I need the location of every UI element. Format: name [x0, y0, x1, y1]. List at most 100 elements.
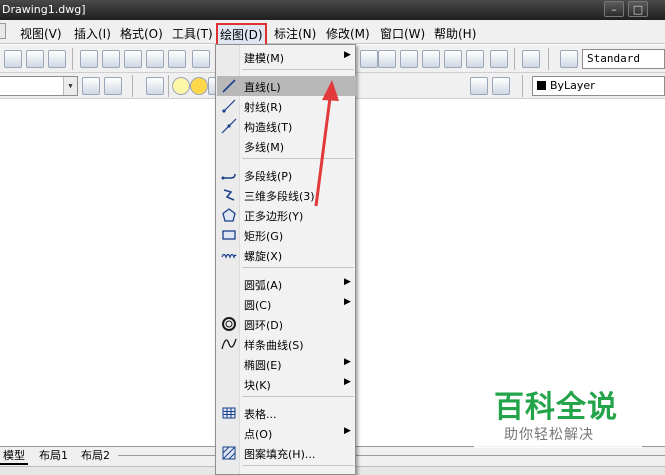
color-swatch — [537, 81, 546, 90]
menu-format[interactable]: 格式(O) — [120, 25, 163, 42]
menu-separator — [242, 69, 354, 70]
undo-icon[interactable] — [192, 50, 210, 68]
menu-item-label: 表格... — [244, 408, 277, 421]
menu-item-ray[interactable]: 射线(R) — [217, 96, 356, 116]
layer-manager-icon[interactable] — [146, 77, 164, 95]
toolbar-divider — [132, 75, 133, 97]
menu-item-helix[interactable]: 螺旋(X) — [217, 245, 356, 265]
toolbar-divider — [522, 75, 523, 97]
draw-dropdown-menu: 建模(M) ▶ 直线(L) 射线(R) 构造线(T) 多线(M) 多段线(P) … — [215, 44, 356, 475]
plot-icon[interactable] — [48, 50, 66, 68]
menu-item-ellipse[interactable]: 椭圆(E) ▶ — [217, 354, 356, 374]
menu-item-label: 点(O) — [244, 428, 273, 441]
menu-item-circle[interactable]: 圆(C) ▶ — [217, 294, 356, 314]
tab-layout1[interactable]: 布局1 — [36, 448, 71, 465]
menu-item-label: 多线(M) — [244, 141, 285, 154]
toolbar-divider — [72, 48, 73, 70]
menu-item-donut[interactable]: 圆环(D) — [217, 314, 356, 334]
menu-separator — [242, 158, 354, 159]
menu-item-label: 构造线(T) — [244, 121, 293, 134]
menu-item-label: 直线(L) — [244, 81, 281, 94]
polygon-icon — [222, 208, 236, 222]
publish-icon[interactable] — [26, 50, 44, 68]
tab-model[interactable]: 模型 — [0, 448, 28, 465]
menu-modify[interactable]: 修改(M) — [326, 25, 370, 42]
tab-divider — [118, 455, 665, 456]
menu-window[interactable]: 窗口(W) — [380, 25, 425, 42]
paste-icon[interactable] — [124, 50, 142, 68]
layer-previous-icon[interactable] — [492, 77, 510, 95]
menu-item-rectangle[interactable]: 矩形(G) — [217, 225, 356, 245]
tool-palettes-icon[interactable] — [422, 50, 440, 68]
cut-icon[interactable] — [80, 50, 98, 68]
spline-icon — [221, 338, 237, 350]
menu-separator — [242, 267, 354, 268]
menu-item-polygon[interactable]: 正多边形(Y) — [217, 205, 356, 225]
menu-item-label: 样条曲线(S) — [244, 339, 304, 352]
menu-item-point[interactable]: 点(O) ▶ — [217, 423, 356, 443]
block-editor-icon[interactable] — [168, 50, 186, 68]
menu-item-polyline[interactable]: 多段线(P) — [217, 165, 356, 185]
help-icon[interactable] — [522, 50, 540, 68]
workspace-combo[interactable]: ▼ — [0, 76, 78, 96]
menu-item-label: 椭圆(E) — [244, 359, 282, 372]
menu-item-label: 图案填充(H)... — [244, 448, 316, 461]
design-center-icon[interactable] — [400, 50, 418, 68]
save-workspace-icon[interactable] — [104, 77, 122, 95]
maximize-button[interactable]: □ — [628, 1, 648, 17]
tab-layout2[interactable]: 布局2 — [78, 448, 113, 465]
menu-item-label: 圆弧(A) — [244, 279, 283, 292]
menu-view[interactable]: 视图(V) — [20, 25, 62, 42]
xline-icon — [221, 118, 237, 134]
menu-item-block[interactable]: 块(K) ▶ — [217, 374, 356, 394]
text-style-combo[interactable]: Standard — [582, 49, 665, 69]
window-title: Drawing1.dwg] — [2, 3, 86, 16]
menu-item-construction-line[interactable]: 构造线(T) — [217, 116, 356, 136]
title-bar: Drawing1.dwg] – □ — [0, 0, 665, 20]
menu-item-label: 圆(C) — [244, 299, 272, 312]
menu-item-label: 正多边形(Y) — [244, 210, 304, 223]
menu-item-label: 螺旋(X) — [244, 250, 283, 263]
menu-item-line[interactable]: 直线(L) — [217, 76, 356, 96]
donut-icon — [222, 317, 236, 331]
submenu-arrow-icon: ▶ — [344, 277, 351, 287]
polyline-icon — [221, 173, 236, 180]
menu-insert[interactable]: 插入(I) — [74, 25, 111, 42]
menu-draw[interactable]: 绘图(D) — [216, 23, 267, 46]
menu-item-label: 圆环(D) — [244, 319, 284, 332]
app-menu-icon[interactable] — [0, 23, 6, 39]
menu-item-hatch[interactable]: 图案填充(H)... — [217, 443, 356, 463]
text-style-value: Standard — [587, 52, 640, 65]
make-current-layer-icon[interactable] — [470, 77, 488, 95]
layer-freeze-icon[interactable] — [190, 77, 208, 95]
sheet-set-icon[interactable] — [444, 50, 462, 68]
menu-item-multiline[interactable]: 多线(M) — [217, 136, 356, 156]
autocad-window: Drawing1.dwg] – □ 视图(V) 插入(I) 格式(O) 工具(T… — [0, 0, 665, 475]
table-icon — [222, 407, 236, 419]
menu-item-3d-polyline[interactable]: 三维多段线(3) — [217, 185, 356, 205]
zoom-icon[interactable] — [360, 50, 378, 68]
markup-icon[interactable] — [466, 50, 484, 68]
menu-dimension[interactable]: 标注(N) — [274, 25, 316, 42]
watermark: 百科全说 助你轻松解决 — [474, 378, 642, 448]
color-control-combo[interactable]: ByLayer — [532, 76, 665, 96]
hatch-icon — [222, 446, 236, 460]
submenu-arrow-icon: ▶ — [344, 357, 351, 367]
menu-help[interactable]: 帮助(H) — [434, 25, 476, 42]
properties-icon[interactable] — [378, 50, 396, 68]
menu-item-table[interactable]: 表格... — [217, 403, 356, 423]
open-icon[interactable] — [4, 50, 22, 68]
menu-tools[interactable]: 工具(T) — [172, 25, 213, 42]
workspace-settings-icon[interactable] — [82, 77, 100, 95]
menu-item-label: 矩形(G) — [244, 230, 284, 243]
menu-item-modeling[interactable]: 建模(M) ▶ — [217, 47, 356, 67]
toolbar-divider — [168, 75, 169, 97]
text-style-icon[interactable] — [560, 50, 578, 68]
minimize-button[interactable]: – — [604, 1, 624, 17]
menu-item-arc[interactable]: 圆弧(A) ▶ — [217, 274, 356, 294]
menu-item-spline[interactable]: 样条曲线(S) — [217, 334, 356, 354]
match-properties-icon[interactable] — [146, 50, 164, 68]
copy-icon[interactable] — [102, 50, 120, 68]
calculator-icon[interactable] — [490, 50, 508, 68]
layer-on-icon[interactable] — [172, 77, 190, 95]
